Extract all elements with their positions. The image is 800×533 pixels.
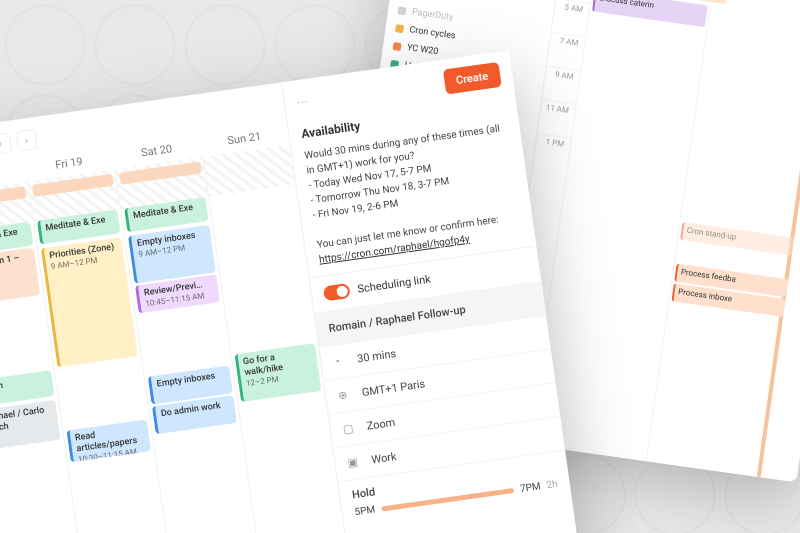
calendar-name: Work bbox=[414, 0, 436, 2]
calendar-name: YC W20 bbox=[406, 43, 439, 57]
duration-field[interactable]: 30 mins bbox=[356, 347, 397, 365]
calendar-event[interactable]: Steady run 1 – 1h8–9 AM bbox=[0, 248, 40, 307]
calendar-event[interactable]: Empty inboxes9 AM–12 PM bbox=[128, 225, 215, 284]
globe-icon: ⊕ bbox=[337, 388, 353, 403]
calendar-event[interactable]: Cron stand-up bbox=[679, 222, 794, 256]
calendar-field[interactable]: Work bbox=[371, 450, 398, 466]
calendar-event[interactable]: Read articles/papers10:30–11:15 AM bbox=[66, 419, 151, 462]
create-button[interactable]: Create bbox=[442, 62, 501, 95]
calendar-color-dot bbox=[395, 24, 404, 33]
calendar-event[interactable]: Discuss caterin bbox=[592, 0, 707, 27]
clock-icon: ◔ bbox=[333, 354, 349, 369]
hour-label: 1 PM bbox=[533, 133, 571, 171]
hour-label: 11 AM bbox=[537, 99, 575, 137]
hour-label: 5 AM bbox=[552, 0, 590, 37]
scheduling-link-toggle[interactable] bbox=[323, 283, 351, 301]
calendar-color-dot bbox=[393, 42, 402, 51]
video-icon: ▢ bbox=[342, 421, 358, 436]
calendar-name: Cron cycles bbox=[409, 25, 456, 41]
calendar-name: PagerDuty bbox=[411, 7, 453, 23]
timezone-field[interactable]: GMT+1 Paris bbox=[361, 377, 426, 399]
calendar-event[interactable]: Priorities (Zone)9 AM–12 PM bbox=[40, 237, 137, 367]
calendar-event[interactable]: Raphael / Carlo Lunch bbox=[0, 400, 60, 451]
primary-window: Today ‹ › Thu 18Fri 19Sat 20Sun 21 Medit… bbox=[0, 50, 581, 533]
conference-field[interactable]: Zoom bbox=[366, 416, 396, 433]
scheduling-link-label: Scheduling link bbox=[357, 273, 432, 296]
more-icon[interactable]: ⋯ bbox=[296, 95, 311, 110]
prev-button[interactable]: ‹ bbox=[0, 133, 12, 156]
calendar-color-dot bbox=[398, 6, 407, 15]
hour-label: 7 AM bbox=[547, 32, 585, 70]
calendar-event[interactable]: Go for a walk/hike12–2 PM bbox=[234, 343, 321, 402]
calendar-icon: ▣ bbox=[347, 455, 363, 470]
next-button[interactable]: › bbox=[15, 129, 38, 152]
hour-label: 9 AM bbox=[542, 66, 580, 104]
